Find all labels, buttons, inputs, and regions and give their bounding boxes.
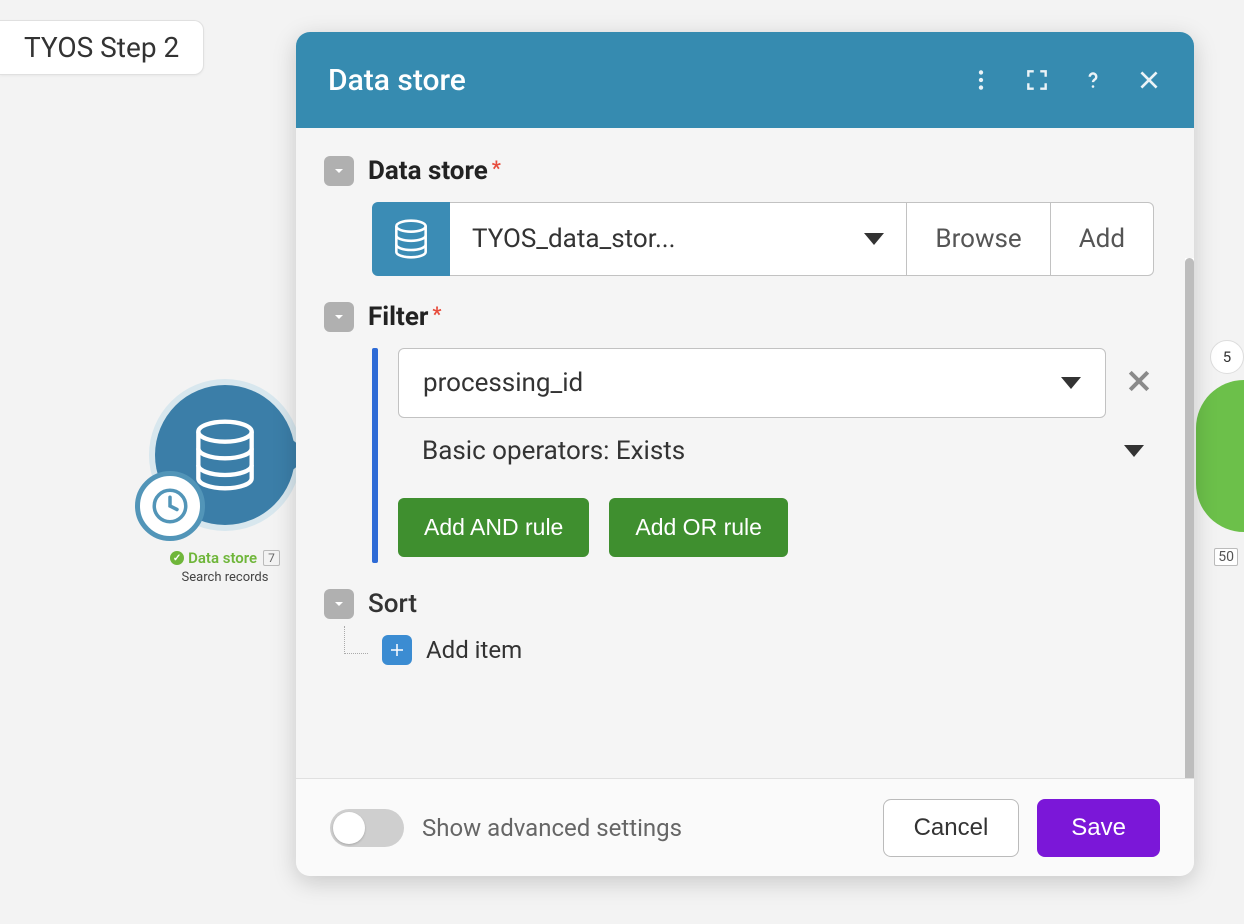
edge-fifty-label: 50 xyxy=(1214,548,1238,566)
required-star: * xyxy=(432,302,441,326)
section-title-datastore: Data store* xyxy=(368,156,501,186)
collapse-toggle-filter[interactable] xyxy=(324,302,354,332)
dialog-header-actions xyxy=(968,67,1162,93)
sort-body: Add item xyxy=(344,635,1154,665)
advanced-settings-label: Show advanced settings xyxy=(422,814,682,842)
node-circle[interactable] xyxy=(155,385,295,525)
filter-content: processing_id Basic operators: Exists Ad… xyxy=(398,348,1154,563)
dialog-header: Data store xyxy=(296,32,1194,128)
datastore-icon xyxy=(372,202,450,276)
help-icon[interactable] xyxy=(1080,67,1106,93)
add-and-rule-button[interactable]: Add AND rule xyxy=(398,498,589,557)
filter-group-bar xyxy=(372,348,378,563)
filter-field-row: processing_id xyxy=(398,348,1154,418)
more-icon[interactable] xyxy=(968,67,994,93)
collapse-toggle-sort[interactable] xyxy=(324,589,354,619)
section-title-filter: Filter* xyxy=(368,302,442,332)
section-sort: Sort Add item xyxy=(324,589,1154,665)
section-filter: Filter* processing_id xyxy=(324,302,1154,563)
clock-icon xyxy=(135,471,205,541)
save-button[interactable]: Save xyxy=(1037,799,1160,857)
check-icon: ✓ xyxy=(170,551,184,565)
edge-bubble: 5 xyxy=(1210,340,1244,374)
section-title-text: Filter xyxy=(368,302,428,332)
dialog-title: Data store xyxy=(328,63,466,98)
filter-field-value: processing_id xyxy=(423,368,583,398)
module-node-datastore[interactable]: ✓ Data store 7 Search records xyxy=(135,385,315,585)
section-datastore: Data store* TYOS_data_stor... Browse xyxy=(324,156,1154,276)
cancel-button[interactable]: Cancel xyxy=(883,799,1020,857)
scrollbar[interactable] xyxy=(1185,258,1194,778)
datastore-select[interactable]: TYOS_data_stor... xyxy=(450,202,907,276)
section-title-sort: Sort xyxy=(368,589,417,619)
filter-operator-select[interactable]: Basic operators: Exists xyxy=(398,436,1154,466)
node-status-label: Data store xyxy=(188,549,257,567)
node-status: ✓ Data store xyxy=(170,549,257,567)
advanced-settings-toggle[interactable] xyxy=(330,809,404,847)
advanced-settings-row: Show advanced settings xyxy=(330,809,682,847)
footer-buttons: Cancel Save xyxy=(883,799,1160,857)
node-label-row: ✓ Data store 7 xyxy=(170,549,280,567)
add-sort-item-label: Add item xyxy=(426,636,522,664)
filter-operator-value: Basic operators: Exists xyxy=(422,436,685,466)
section-title-text: Data store xyxy=(368,156,488,186)
edge-node-fragment xyxy=(1196,380,1244,532)
dialog-footer: Show advanced settings Cancel Save xyxy=(296,778,1194,876)
browse-button[interactable]: Browse xyxy=(907,202,1050,276)
chevron-down-icon xyxy=(1124,445,1144,457)
step-chip[interactable]: TYOS Step 2 xyxy=(0,20,204,75)
datastore-row: TYOS_data_stor... Browse Add xyxy=(372,202,1154,276)
filter-field-select[interactable]: processing_id xyxy=(398,348,1106,418)
filter-body: processing_id Basic operators: Exists Ad… xyxy=(372,348,1154,563)
close-icon[interactable] xyxy=(1136,67,1162,93)
chevron-down-icon xyxy=(864,233,884,245)
expand-icon[interactable] xyxy=(1024,67,1050,93)
datastore-selected-value: TYOS_data_stor... xyxy=(472,224,676,254)
node-count-badge: 7 xyxy=(263,550,280,566)
section-header-datastore: Data store* xyxy=(324,156,1154,186)
collapse-toggle-datastore[interactable] xyxy=(324,156,354,186)
node-subtitle: Search records xyxy=(182,570,269,585)
chevron-down-icon xyxy=(1061,377,1081,389)
add-sort-item-button[interactable] xyxy=(382,635,412,665)
datastore-dialog: Data store Data store* xyxy=(296,32,1194,876)
tree-connector xyxy=(344,626,368,654)
add-datastore-button[interactable]: Add xyxy=(1051,202,1154,276)
add-or-rule-button[interactable]: Add OR rule xyxy=(609,498,788,557)
required-star: * xyxy=(492,156,501,180)
filter-rule-buttons: Add AND rule Add OR rule xyxy=(398,498,1154,557)
dialog-body: Data store* TYOS_data_stor... Browse xyxy=(296,128,1194,778)
section-header-filter: Filter* xyxy=(324,302,1154,332)
section-header-sort: Sort xyxy=(324,589,1154,619)
filter-remove-button[interactable] xyxy=(1124,366,1154,400)
